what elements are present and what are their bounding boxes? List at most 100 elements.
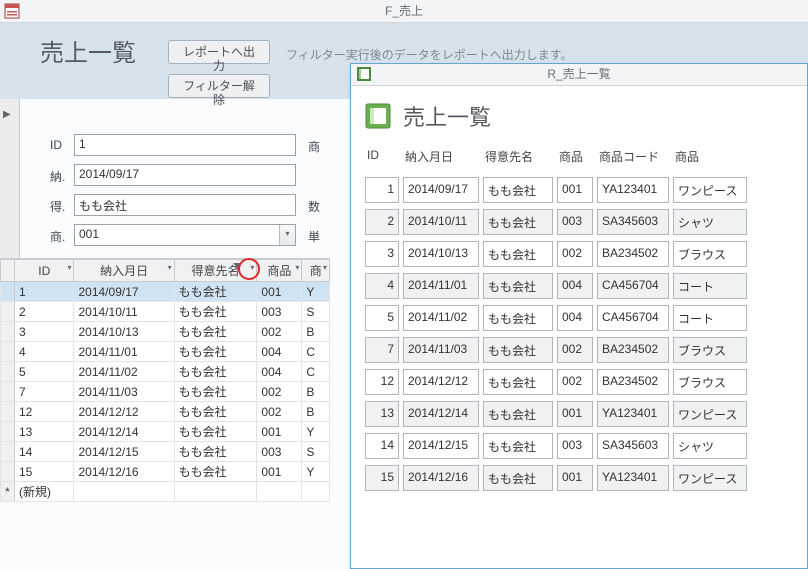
dropdown-icon[interactable]: ▾ <box>279 225 295 245</box>
cell[interactable]: もも会社 <box>174 422 257 442</box>
column-dropdown-icon[interactable]: ▾ <box>250 263 254 272</box>
cell[interactable]: C <box>302 362 330 382</box>
cell[interactable]: もも会社 <box>174 282 257 302</box>
cell[interactable] <box>257 482 302 502</box>
row-selector[interactable] <box>1 282 15 302</box>
cell[interactable]: 2014/10/11 <box>74 302 174 322</box>
cell[interactable]: S <box>302 442 330 462</box>
label-product: 商. <box>50 228 65 245</box>
field-id[interactable]: 1 <box>74 134 296 156</box>
table-row[interactable]: 72014/11/03もも会社002B <box>1 382 330 402</box>
cell[interactable]: B <box>302 382 330 402</box>
report-window-titlebar[interactable]: R_売上一覧 <box>351 64 807 86</box>
cell[interactable]: Y <box>302 282 330 302</box>
table-row[interactable]: 52014/11/02もも会社004C <box>1 362 330 382</box>
column-header[interactable]: 納入月日▾ <box>74 260 174 282</box>
cell[interactable]: 4 <box>15 342 74 362</box>
cell[interactable]: もも会社 <box>174 402 257 422</box>
cell[interactable] <box>302 482 330 502</box>
datasheet-corner[interactable] <box>1 260 15 282</box>
row-selector[interactable] <box>1 302 15 322</box>
row-selector[interactable] <box>1 322 15 342</box>
cell[interactable]: もも会社 <box>174 362 257 382</box>
cell[interactable]: もも会社 <box>174 342 257 362</box>
export-report-button[interactable]: レポートへ出力 <box>168 40 270 64</box>
row-selector[interactable] <box>1 402 15 422</box>
cell[interactable]: 2014/09/17 <box>74 282 174 302</box>
table-row[interactable]: 132014/12/14もも会社001Y <box>1 422 330 442</box>
cell[interactable]: もも会社 <box>174 382 257 402</box>
cell[interactable]: 2014/12/16 <box>74 462 174 482</box>
column-dropdown-icon[interactable]: ▾ <box>295 263 299 272</box>
field-product[interactable]: 001▾ <box>74 224 296 246</box>
record-selector[interactable] <box>0 99 20 259</box>
table-row[interactable]: 12014/09/17もも会社001Y <box>1 282 330 302</box>
cell[interactable]: 3 <box>15 322 74 342</box>
table-row[interactable]: 152014/12/16もも会社001Y <box>1 462 330 482</box>
cell[interactable]: 14 <box>15 442 74 462</box>
field-date[interactable]: 2014/09/17 <box>74 164 296 186</box>
table-row[interactable]: 22014/10/11もも会社003S <box>1 302 330 322</box>
cell[interactable]: B <box>302 322 330 342</box>
cell[interactable]: 2014/11/03 <box>74 382 174 402</box>
column-header[interactable]: 商▾ <box>302 260 330 282</box>
cell[interactable]: もも会社 <box>174 302 257 322</box>
cell[interactable]: 004 <box>257 342 302 362</box>
report-cell: 1 <box>365 177 399 203</box>
cell[interactable]: 7 <box>15 382 74 402</box>
field-customer[interactable]: もも会社 <box>74 194 296 216</box>
column-dropdown-icon[interactable]: ▾ <box>323 263 327 272</box>
cell[interactable]: 003 <box>257 442 302 462</box>
table-row[interactable]: 42014/11/01もも会社004C <box>1 342 330 362</box>
cell[interactable]: もも会社 <box>174 442 257 462</box>
cell[interactable]: 002 <box>257 402 302 422</box>
cell[interactable]: 001 <box>257 422 302 442</box>
cell[interactable]: 001 <box>257 462 302 482</box>
column-header[interactable]: ID▾ <box>15 260 74 282</box>
cell[interactable]: Y <box>302 462 330 482</box>
report-cell: もも会社 <box>483 177 553 203</box>
cell[interactable]: 001 <box>257 282 302 302</box>
cell[interactable]: 003 <box>257 302 302 322</box>
column-header[interactable]: 得意先名▾ <box>174 260 257 282</box>
column-dropdown-icon[interactable]: ▾ <box>168 263 172 272</box>
row-selector[interactable] <box>1 382 15 402</box>
cell[interactable]: C <box>302 342 330 362</box>
cell[interactable]: 2014/11/01 <box>74 342 174 362</box>
cell[interactable]: S <box>302 302 330 322</box>
cell[interactable]: 13 <box>15 422 74 442</box>
cell[interactable]: 002 <box>257 382 302 402</box>
cell[interactable]: B <box>302 402 330 422</box>
cell[interactable]: 2014/12/12 <box>74 402 174 422</box>
cell[interactable]: もも会社 <box>174 322 257 342</box>
cell[interactable]: Y <box>302 422 330 442</box>
cell[interactable] <box>174 482 257 502</box>
clear-filter-button[interactable]: フィルター解除 <box>168 74 270 98</box>
cell[interactable]: 2014/12/15 <box>74 442 174 462</box>
cell[interactable]: 004 <box>257 362 302 382</box>
cell[interactable]: 12 <box>15 402 74 422</box>
column-header[interactable]: 商品▾ <box>257 260 302 282</box>
cell[interactable]: 2 <box>15 302 74 322</box>
report-column-header: 商品 <box>557 148 593 171</box>
cell[interactable]: 15 <box>15 462 74 482</box>
cell[interactable]: 5 <box>15 362 74 382</box>
cell[interactable]: 2014/11/02 <box>74 362 174 382</box>
cell[interactable]: 1 <box>15 282 74 302</box>
row-selector[interactable] <box>1 442 15 462</box>
table-row[interactable]: 32014/10/13もも会社002B <box>1 322 330 342</box>
cell[interactable]: 2014/10/13 <box>74 322 174 342</box>
new-row[interactable]: *(新規) <box>1 482 330 502</box>
cell[interactable]: 002 <box>257 322 302 342</box>
cell[interactable]: 2014/12/14 <box>74 422 174 442</box>
row-selector[interactable] <box>1 362 15 382</box>
row-selector[interactable] <box>1 342 15 362</box>
row-selector[interactable] <box>1 462 15 482</box>
datasheet[interactable]: ID▾納入月日▾得意先名▾商品▾商▾12014/09/17もも会社001Y220… <box>0 258 330 502</box>
column-dropdown-icon[interactable]: ▾ <box>67 263 71 272</box>
cell[interactable]: もも会社 <box>174 462 257 482</box>
table-row[interactable]: 122014/12/12もも会社002B <box>1 402 330 422</box>
row-selector[interactable] <box>1 422 15 442</box>
cell[interactable] <box>74 482 174 502</box>
table-row[interactable]: 142014/12/15もも会社003S <box>1 442 330 462</box>
